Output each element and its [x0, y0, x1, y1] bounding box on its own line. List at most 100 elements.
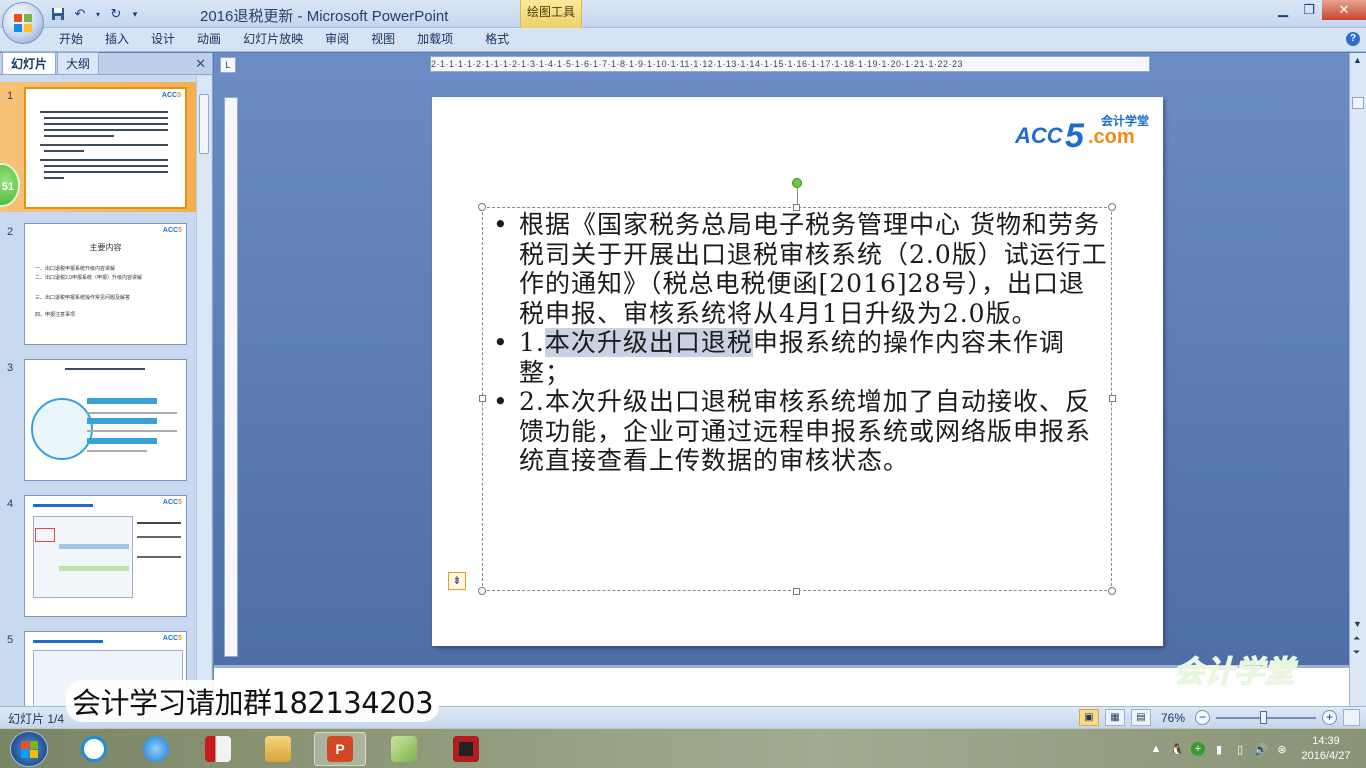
tab-home[interactable]: 开始: [48, 28, 94, 51]
thumb-text-line: [44, 135, 114, 137]
tab-view[interactable]: 视图: [360, 28, 406, 51]
autofit-options-icon[interactable]: ⇟: [448, 572, 466, 590]
thumb-circle: [31, 398, 93, 460]
undo-icon[interactable]: ↶: [72, 6, 88, 22]
save-icon[interactable]: [50, 6, 66, 22]
slide-canvas[interactable]: ACC 5 .com 会计学堂 根据《国家税务总局电子税务管理中心 货物和劳务税…: [432, 97, 1163, 646]
slide-sorter-view-icon[interactable]: ▦: [1104, 709, 1125, 726]
resize-handle-s[interactable]: [793, 588, 800, 595]
svg-text:.com: .com: [1088, 126, 1135, 148]
volume-icon[interactable]: 🔊: [1254, 742, 1268, 756]
slide-thumbnail-3[interactable]: 3: [0, 354, 196, 484]
maximize-button[interactable]: ❐: [1296, 0, 1322, 20]
tab-review[interactable]: 审阅: [314, 28, 360, 51]
horizontal-ruler[interactable]: 2·1·1·1·1·2·1·1·1·2·1·3·1·4·1·5·1·6·1·7·…: [430, 56, 1150, 72]
notes-icon[interactable]: [378, 732, 430, 766]
scroll-thumb[interactable]: [1352, 97, 1364, 109]
explorer-icon[interactable]: [252, 732, 304, 766]
bullet-item-2[interactable]: 1.本次升级出口退税申报系统的操作内容未作调整；: [489, 328, 1109, 387]
thumb-item: 一、出口退税申报系统升级内容讲解: [35, 266, 116, 272]
battery-icon[interactable]: ▯: [1233, 742, 1247, 756]
resize-handle-e[interactable]: [1109, 395, 1116, 402]
minimize-button[interactable]: ▁: [1270, 0, 1296, 20]
slides-pane-scrollbar[interactable]: [196, 76, 211, 706]
next-slide-icon[interactable]: ⏷: [1353, 647, 1360, 658]
bullet-text: 1.: [519, 328, 545, 357]
zoom-in-button[interactable]: +: [1322, 710, 1337, 725]
watermark-logo: 会计学堂: [1173, 654, 1298, 691]
main-vertical-scrollbar[interactable]: ▲ ▼ ⏶ ⏷: [1349, 53, 1366, 665]
thumb-text-line: [40, 144, 168, 146]
tray-expand-icon[interactable]: ▲: [1149, 742, 1163, 756]
slide-thumbnail-4[interactable]: 4 ACC5: [0, 490, 196, 620]
clock[interactable]: 14:39 2016/4/27: [1296, 734, 1356, 764]
scroll-thumb[interactable]: [199, 94, 209, 154]
rotate-handle[interactable]: [792, 178, 802, 188]
cloud-icon[interactable]: [68, 732, 120, 766]
tab-slideshow[interactable]: 幻灯片放映: [232, 28, 314, 51]
fit-to-window-icon[interactable]: [1343, 709, 1360, 726]
app-red-icon[interactable]: [192, 732, 244, 766]
bullet-item-1[interactable]: 根据《国家税务总局电子税务管理中心 货物和劳务税司关于开展出口退税审核系统（2.…: [489, 210, 1109, 328]
slide-number: 1: [7, 90, 14, 102]
zoom-knob[interactable]: [1260, 711, 1267, 724]
thumb-bar: [59, 544, 129, 549]
thumb-line: [87, 412, 177, 414]
office-button[interactable]: [2, 2, 44, 44]
zoom-slider[interactable]: [1216, 710, 1316, 725]
thumb-line: [87, 430, 177, 432]
tab-selector[interactable]: L: [220, 57, 236, 73]
previous-slide-icon[interactable]: ⏶: [1353, 633, 1360, 644]
window-controls: ▁ ❐ ✕: [1270, 0, 1366, 20]
video-caption-overlay: 会计学习请加群182134203: [66, 680, 440, 722]
close-button[interactable]: ✕: [1322, 0, 1366, 20]
tab-animation[interactable]: 动画: [186, 28, 232, 51]
browser-icon[interactable]: [130, 732, 182, 766]
thumb-item: 四、申报注意事项: [35, 312, 76, 318]
slide-number: 4: [7, 498, 14, 510]
resize-handle-nw[interactable]: [478, 203, 486, 211]
zoom-level[interactable]: 76%: [1161, 711, 1185, 725]
resize-handle-sw[interactable]: [478, 587, 486, 595]
content-textbox[interactable]: 根据《国家税务总局电子税务管理中心 货物和劳务税司关于开展出口退税审核系统（2.…: [482, 207, 1112, 591]
vertical-ruler[interactable]: [224, 97, 238, 657]
tab-slides[interactable]: 幻灯片: [2, 52, 57, 74]
scroll-down-icon[interactable]: ▼: [1353, 619, 1362, 629]
qat-customize-icon[interactable]: ▾: [130, 6, 140, 22]
tab-insert[interactable]: 插入: [94, 28, 140, 51]
slide-thumbnail-2[interactable]: 2 ACC5 主要内容 一、出口退税申报系统升级内容讲解 二、出口退税2.0申报…: [0, 218, 196, 348]
windows-taskbar: P ▲ 🐧 + ▮ ▯ 🔊 ⊗ 14:39 2016/4/27: [0, 728, 1366, 768]
camera-icon[interactable]: [440, 732, 492, 766]
slide-thumbnail-1[interactable]: 1 ACC5: [0, 82, 196, 212]
resize-handle-n[interactable]: [793, 204, 800, 211]
tab-outline[interactable]: 大纲: [57, 52, 100, 74]
bullet-list[interactable]: 根据《国家税务总局电子税务管理中心 货物和劳务税司关于开展出口退税审核系统（2.…: [489, 210, 1109, 476]
zoom-out-button[interactable]: −: [1195, 710, 1210, 725]
resize-handle-ne[interactable]: [1108, 203, 1116, 211]
windows-icon[interactable]: [10, 731, 48, 767]
plus-shield-icon[interactable]: +: [1191, 742, 1205, 756]
tab-addins[interactable]: 加载项: [406, 28, 464, 51]
redo-icon[interactable]: ↻: [108, 6, 124, 22]
system-tray: ▲ 🐧 + ▮ ▯ 🔊 ⊗ 14:39 2016/4/27: [1149, 729, 1366, 768]
normal-view-icon[interactable]: ▣: [1078, 709, 1099, 726]
thumb-logo: ACC5: [162, 227, 182, 234]
slides-pane: 幻灯片 大纲 ✕ 1 ACC5 2 ACC5 主要内容 一、出口退税申报系统升级…: [0, 52, 213, 706]
slideshow-view-icon[interactable]: ▤: [1130, 709, 1151, 726]
tab-design[interactable]: 设计: [140, 28, 186, 51]
bullet-item-3[interactable]: 2.本次升级出口退税审核系统增加了自动接收、反馈功能，企业可通过远程申报系统或网…: [489, 387, 1109, 476]
scroll-up-icon[interactable]: ▲: [1353, 55, 1362, 65]
action-center-icon[interactable]: ⊗: [1275, 742, 1289, 756]
powerpoint-icon[interactable]: P: [314, 732, 366, 766]
network-icon[interactable]: ▮: [1212, 742, 1226, 756]
tab-format[interactable]: 格式: [474, 28, 520, 51]
pane-close-icon[interactable]: ✕: [195, 56, 206, 72]
thumb-title-line: [65, 368, 145, 370]
resize-handle-se[interactable]: [1108, 587, 1116, 595]
qq-icon[interactable]: 🐧: [1170, 742, 1184, 756]
thumb-bar: [59, 566, 129, 571]
resize-handle-w[interactable]: [479, 395, 486, 402]
undo-dropdown-icon[interactable]: ▾: [94, 6, 102, 22]
help-icon[interactable]: ?: [1346, 32, 1360, 46]
notes-scrollbar[interactable]: [1349, 665, 1366, 706]
